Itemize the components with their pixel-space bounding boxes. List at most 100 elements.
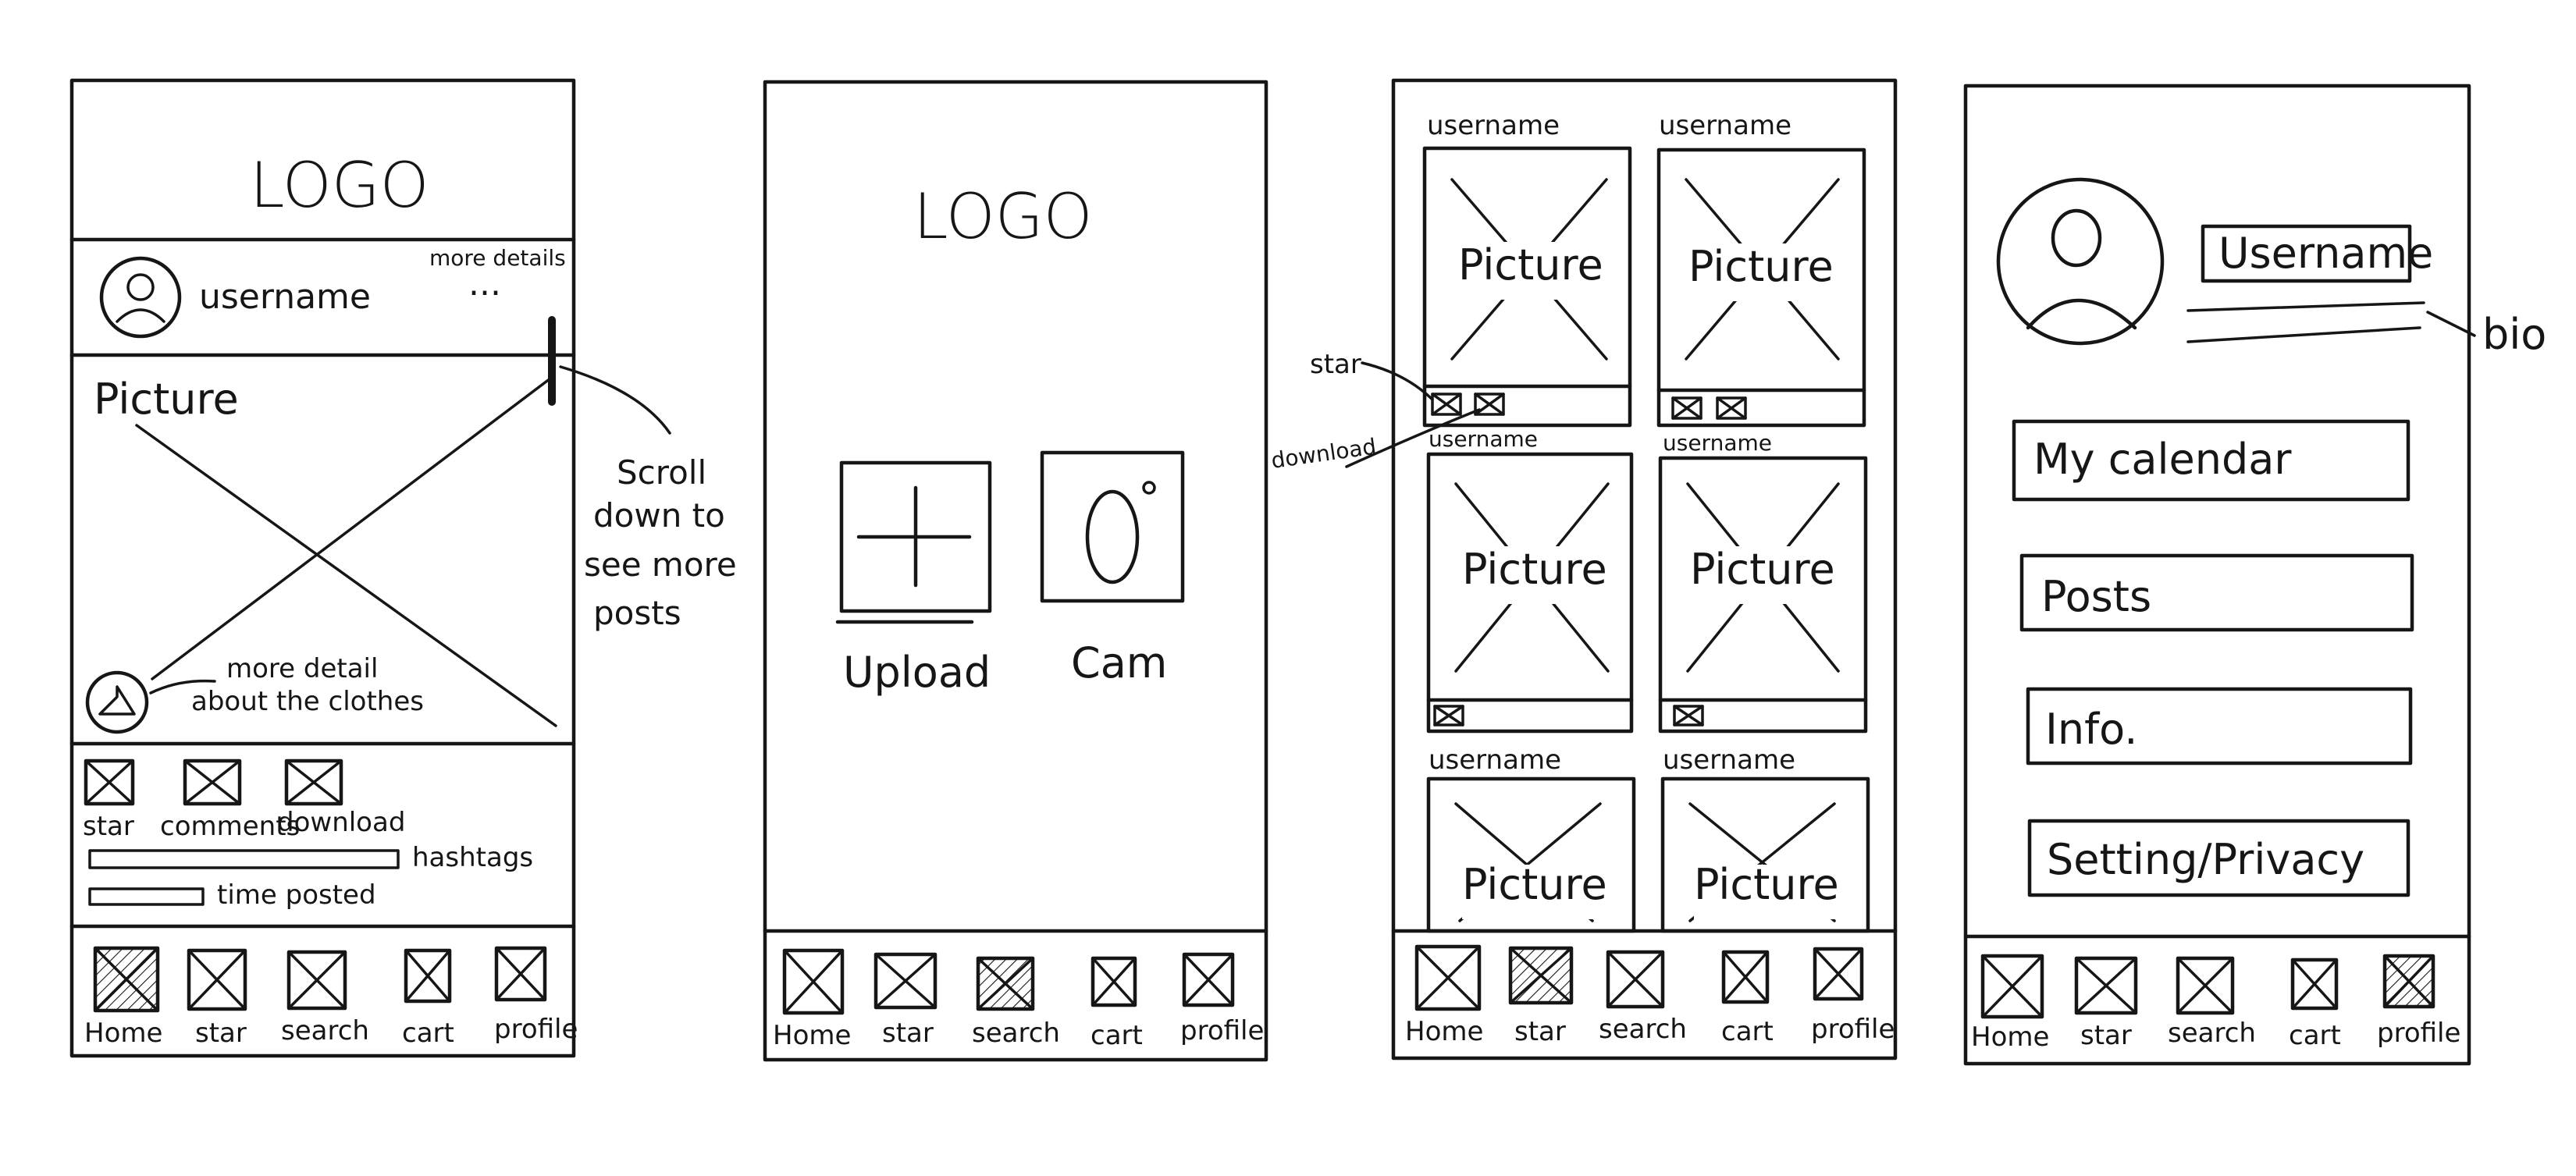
upload-label: Upload xyxy=(843,648,991,697)
picture-label: Picture xyxy=(1458,240,1603,290)
nav-profile-label: profile xyxy=(494,1014,578,1045)
menu-label: My calendar xyxy=(2033,435,2292,484)
nav-cart-label: cart xyxy=(402,1018,454,1049)
nav-search-icon[interactable] xyxy=(1606,950,1665,1009)
nav-profile-label: profile xyxy=(1180,1015,1264,1046)
avatar-icon[interactable] xyxy=(1996,177,2165,346)
nav-star-icon[interactable] xyxy=(873,952,938,1010)
nav-profile-icon[interactable] xyxy=(2382,954,2435,1009)
menu-setting-privacy[interactable]: Setting/Privacy xyxy=(2027,819,2411,897)
nav-search-label: search xyxy=(2168,1018,2256,1049)
menu-label: Posts xyxy=(2041,572,2151,621)
picture-label: Picture xyxy=(94,375,239,424)
download-icon[interactable] xyxy=(284,759,343,806)
nav-cart-icon[interactable] xyxy=(404,948,452,1004)
post-username: username xyxy=(1663,430,1772,456)
screen-profile: Username bio My calendar Posts Info. Set… xyxy=(1963,83,2546,1066)
nav-cart-icon[interactable] xyxy=(1721,950,1770,1004)
download-note: download xyxy=(1269,433,1378,474)
post-card[interactable]: Picture xyxy=(1422,146,1632,428)
nav-profile-icon[interactable] xyxy=(494,946,547,1002)
download-icon[interactable] xyxy=(1474,393,1505,416)
nav-profile-icon[interactable] xyxy=(1813,947,1864,1001)
star-icon[interactable] xyxy=(84,759,135,806)
picture-label: Picture xyxy=(1690,545,1835,594)
nav-home-icon[interactable] xyxy=(1414,944,1482,1011)
nav-star-label: star xyxy=(2080,1020,2132,1051)
camera-button[interactable] xyxy=(1040,450,1185,603)
nav-star-label: star xyxy=(882,1018,934,1049)
nav-cart-label: cart xyxy=(2289,1020,2341,1051)
nav-cart-label: cart xyxy=(1721,1016,1774,1047)
star-icon[interactable] xyxy=(1671,396,1703,420)
menu-my-calendar[interactable]: My calendar xyxy=(2012,419,2411,502)
wireframe-canvas: LOGO username more details ... Picture m… xyxy=(69,78,2546,1066)
upload-button[interactable] xyxy=(835,460,992,624)
hashtags-bar xyxy=(88,849,400,869)
post-username: username xyxy=(1663,744,1795,776)
more-options-icon[interactable]: ... xyxy=(468,264,501,304)
download-icon[interactable] xyxy=(1716,396,1747,420)
bio-line xyxy=(2186,301,2425,312)
avatar-icon[interactable] xyxy=(99,256,182,339)
post-card[interactable]: Picture xyxy=(1426,776,1636,933)
nav-cart-icon[interactable] xyxy=(1091,956,1137,1007)
picture-label: Picture xyxy=(1688,242,1834,291)
nav-home-label: Home xyxy=(1971,1021,2049,1053)
time-posted-label: time posted xyxy=(217,879,376,911)
bio-note: bio xyxy=(2482,310,2546,359)
nav-search-icon[interactable] xyxy=(2176,956,2235,1015)
nav-home-label: Home xyxy=(1405,1016,1483,1047)
star-note: star xyxy=(1310,349,1361,380)
star-icon[interactable] xyxy=(1673,705,1704,727)
scroll-annotation: Scroll down to see more posts xyxy=(559,365,737,632)
post-username: username xyxy=(1427,110,1560,141)
post-username: username xyxy=(1429,744,1561,776)
post-card[interactable]: Picture xyxy=(1658,456,1868,734)
action-label-star: star xyxy=(83,811,134,842)
nav-star-icon[interactable] xyxy=(2074,956,2138,1015)
hashtags-label: hashtags xyxy=(412,842,533,873)
scroll-note-line-4: posts xyxy=(593,594,681,632)
clothes-note-line-2: about the clothes xyxy=(191,686,424,717)
nav-home-label: Home xyxy=(773,1020,851,1051)
post-card[interactable]: Picture xyxy=(1426,452,1634,734)
nav-search-icon[interactable] xyxy=(976,956,1035,1011)
scroll-note-line-3: see more xyxy=(584,545,737,584)
scroll-note-line-1: Scroll xyxy=(617,453,706,492)
picture-label: Picture xyxy=(1694,860,1839,909)
action-label-download: download xyxy=(277,807,405,838)
menu-posts[interactable]: Posts xyxy=(2019,553,2414,632)
star-icon[interactable] xyxy=(1433,705,1464,727)
nav-search-icon[interactable] xyxy=(286,950,347,1011)
menu-label: Info. xyxy=(2045,705,2137,754)
nav-home-icon[interactable] xyxy=(782,948,845,1015)
nav-search-label: search xyxy=(1599,1014,1687,1045)
cam-label: Cam xyxy=(1071,638,1167,687)
bio-line xyxy=(2186,326,2421,343)
scroll-note-line-2: down to xyxy=(593,496,725,535)
hanger-icon[interactable] xyxy=(85,670,149,734)
screen-feed: LOGO username more details ... Picture m… xyxy=(69,78,578,1058)
nav-home-icon[interactable] xyxy=(1980,954,2044,1019)
nav-home-label: Home xyxy=(84,1018,162,1049)
post-card[interactable]: Picture xyxy=(1656,147,1866,428)
clothes-note-line-1: more detail xyxy=(226,653,378,684)
nav-profile-icon[interactable] xyxy=(1182,952,1235,1007)
nav-home-icon[interactable] xyxy=(93,946,160,1013)
nav-star-icon[interactable] xyxy=(187,948,247,1011)
nav-search-label: search xyxy=(972,1018,1060,1049)
comments-icon[interactable] xyxy=(183,759,242,806)
menu-info[interactable]: Info. xyxy=(2026,687,2413,766)
star-icon[interactable] xyxy=(1431,393,1462,416)
picture-label: Picture xyxy=(1462,545,1607,594)
logo: LOGO xyxy=(250,149,429,222)
nav-star-label: star xyxy=(1514,1016,1566,1047)
nav-profile-label: profile xyxy=(2377,1018,2460,1049)
post-card[interactable]: Picture xyxy=(1660,776,1870,933)
menu-label: Setting/Privacy xyxy=(2047,835,2364,884)
username-label[interactable]: username xyxy=(199,277,371,317)
nav-star-icon[interactable] xyxy=(1508,946,1574,1005)
nav-profile-label: profile xyxy=(1811,1014,1895,1045)
nav-cart-icon[interactable] xyxy=(2290,957,2339,1011)
